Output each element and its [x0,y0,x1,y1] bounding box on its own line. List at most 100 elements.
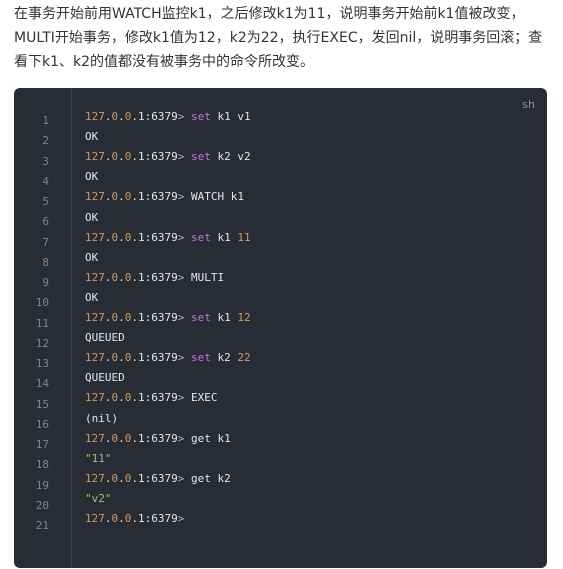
prompt-host-part: 127 [85,391,105,405]
prompt-dot: . [104,512,112,525]
prompt-caret: > [177,190,185,204]
command-args: k1 [217,230,231,244]
prompt-caret: > [177,311,185,324]
prompt-caret: > [177,512,185,525]
intro-line-1: 在事务开始前用WATCH监控k1，之后修改k1为11，说明事务开始前k1值被改变… [14,6,525,22]
prompt-caret: > [177,351,185,365]
command-args: k2 [217,351,231,365]
command-args: EXEC [190,391,218,405]
prompt-dot: . [104,311,112,324]
prompt-host-port: .1:6379 [131,110,178,123]
line-number: 8 [42,255,49,269]
line-number: 7 [42,235,49,249]
command-number: 22 [237,351,251,365]
command-args: get k2 [190,471,231,485]
line-number: 5 [42,195,49,208]
line-number: 21 [35,519,49,532]
command-args: k2 v2 [217,150,251,164]
code-line: 127.0.0.1:6379> set k1 11 [85,231,251,245]
prompt-host-part: 127 [85,270,105,284]
code-line: QUEUED [85,331,125,345]
code-line: OK [85,170,98,184]
line-number: 14 [35,377,49,391]
intro-paragraph: 在事务开始前用WATCH监控k1，之后修改k1为11，说明事务开始前k1值被改变… [14,2,554,74]
command-output: OK [85,290,99,304]
code-line: 127.0.0.1:6379> get k1 [85,432,231,446]
line-number: 2 [42,134,49,148]
line-number: 6 [42,215,49,229]
command-args: k1 [217,311,231,324]
prompt-host-port: .1:6379 [131,150,178,164]
command-output: QUEUED [85,331,125,345]
code-line: 127.0.0.1:6379> EXEC [85,391,217,405]
command-output: OK [85,210,99,224]
line-number: 4 [42,174,49,188]
prompt-host-part: 127 [85,351,105,365]
prompt-dot: . [104,190,112,204]
prompt-caret: > [177,471,185,485]
prompt-host-part: 127 [85,431,105,445]
prompt-host-part: 127 [85,110,105,123]
prompt-dot: . [118,351,125,365]
prompt-dot: . [118,311,125,324]
line-number: 15 [35,397,49,411]
prompt-host-port: .1:6379 [131,431,178,445]
command-args: k1 v1 [217,110,251,123]
prompt-dot: . [104,431,112,445]
code-line: OK [85,211,98,225]
prompt-caret: > [177,110,185,123]
prompt-dot: . [118,110,125,123]
prompt-host-part: 127 [85,471,105,485]
language-label: sh [522,98,535,111]
command-keyword: set [190,230,211,244]
line-number: 19 [35,478,49,492]
intro-line-3: 看下k1、k2的值都没有被事务中的命令所改变。 [14,54,315,70]
code-line: 127.0.0.1:6379> WATCH k1 [85,190,244,204]
prompt-host-port: .1:6379 [131,391,178,405]
prompt-dot: . [118,230,125,244]
command-args: WATCH k1 [190,190,244,204]
line-number: 11 [35,316,49,330]
prompt-dot: . [118,150,125,164]
prompt-dot: . [118,431,125,445]
prompt-dot: . [118,190,125,204]
code-block[interactable]: 1 2 3 4 5 6 7 8 9 10 11 12 13 14 15 16 17 18 19 20 21 sh 127… [14,88,547,568]
prompt-caret: > [177,150,185,164]
prompt-host-port: .1:6379 [131,230,178,244]
prompt-dot: . [104,471,112,485]
command-keyword: set [190,311,211,324]
code-line: OK [85,251,98,265]
prompt-dot: . [118,512,125,525]
prompt-host-part: 127 [85,512,105,525]
line-number-gutter: 1 2 3 4 5 6 7 8 9 10 11 12 13 14 15 16 17 18 19 20 21 [14,88,72,568]
prompt-dot: . [104,110,112,123]
prompt-caret: > [177,270,185,284]
prompt-host-part: 127 [85,150,105,164]
prompt-dot: . [118,270,125,284]
prompt-dot: . [104,150,112,164]
command-args: MULTI [190,270,225,284]
command-output: OK [85,130,99,144]
prompt-host-port: .1:6379 [131,190,178,204]
line-number: 16 [35,417,49,431]
code-line: 127.0.0.1:6379> [85,512,184,526]
prompt-host-part: 127 [85,230,105,244]
line-number: 17 [35,438,49,451]
command-number: 11 [237,230,251,244]
prompt-host-port: .1:6379 [131,512,178,525]
prompt-host-port: .1:6379 [131,471,178,485]
line-number: 18 [35,458,49,472]
code-line: 127.0.0.1:6379> MULTI [85,271,224,285]
line-number: 20 [35,498,49,512]
command-output: QUEUED [85,371,125,385]
code-line: 127.0.0.1:6379> set k2 v2 [85,150,251,164]
code-line: (nil) [85,412,118,426]
prompt-host-port: .1:6379 [131,311,178,324]
command-output: OK [85,170,99,184]
command-keyword: set [190,150,211,164]
command-keyword: set [190,351,211,365]
code-line: "11" [85,452,112,466]
code-line: 127.0.0.1:6379> set k1 v1 [85,110,251,124]
line-number: 10 [35,296,49,310]
intro-line-2: MULTI开始事务，修改k1值为12，k2为22，执行EXEC，发回nil，说明… [14,30,543,46]
